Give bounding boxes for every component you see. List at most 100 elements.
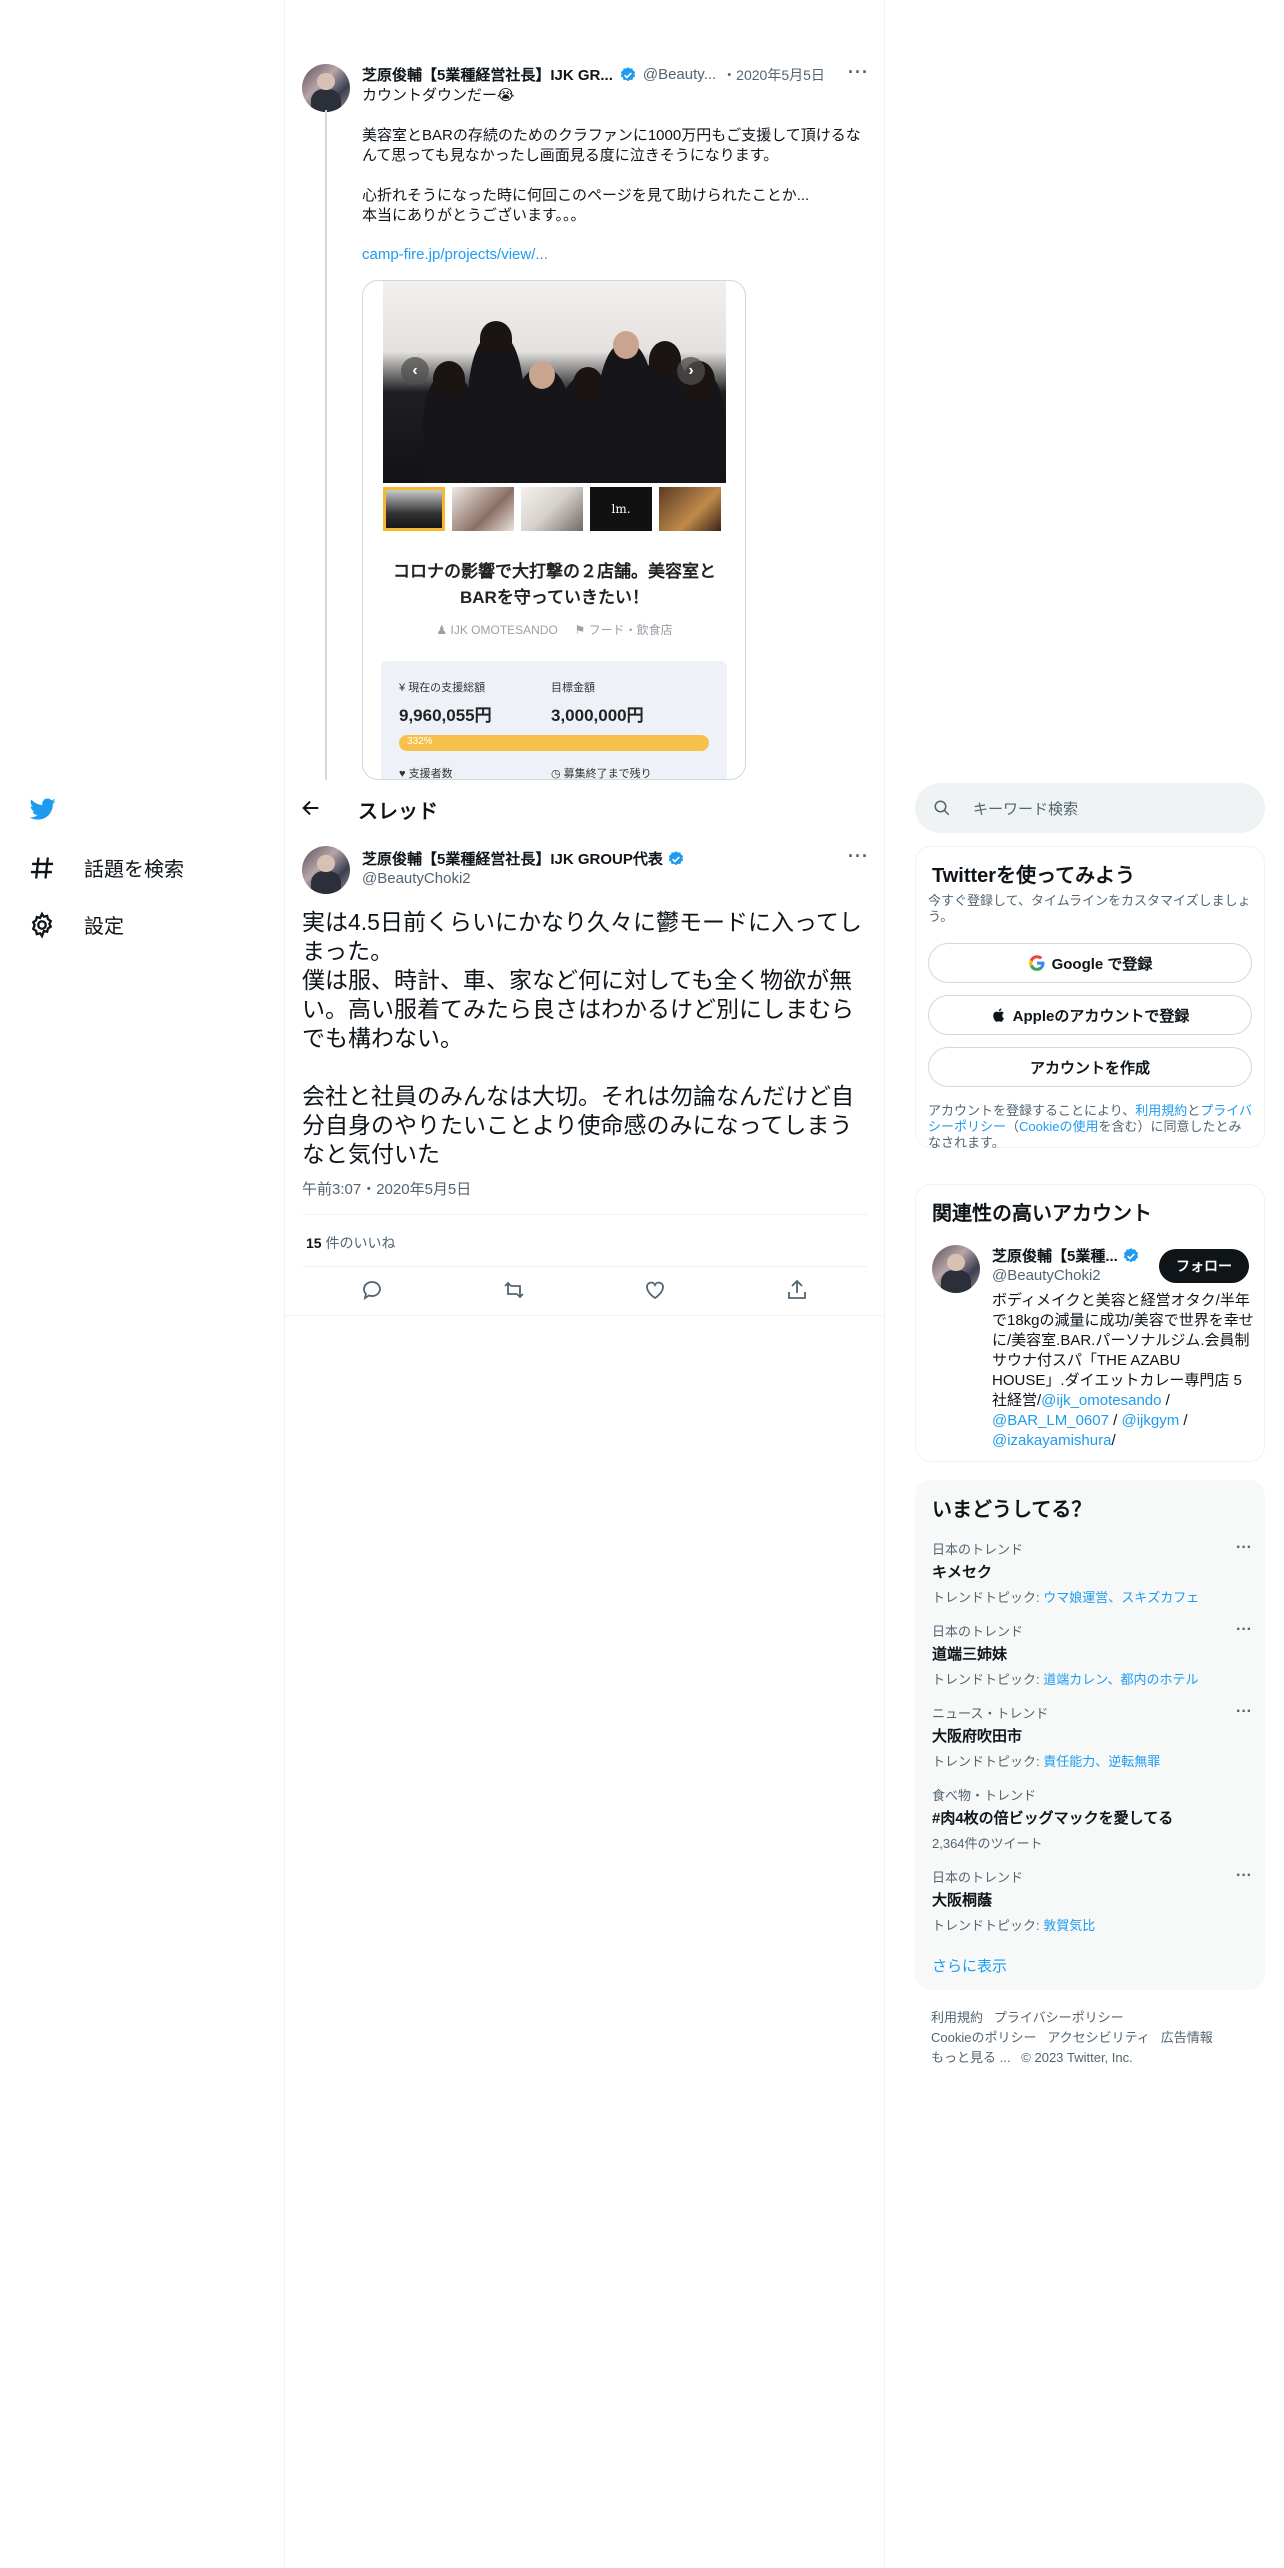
create-account-button[interactable]: アカウントを作成 <box>928 1047 1252 1087</box>
nav-explore-label: 話題を検索 <box>84 859 184 881</box>
trend-item[interactable]: 日本のトレンド キメセク トレンドトピック: ウマ娘運営、スキズカフェ ··· <box>932 1539 1252 1606</box>
more-options-icon[interactable]: ··· <box>1236 1539 1252 1557</box>
footer-row-2: Cookieのポリシー アクセシビリティ 広告情報 <box>931 2027 1213 2046</box>
more-options-icon[interactable]: ··· <box>1236 1867 1252 1885</box>
avatar[interactable] <box>302 846 350 894</box>
more-options-icon[interactable]: ··· <box>1236 1703 1252 1721</box>
trends-title: いまどうしてる？ <box>932 1499 1092 1521</box>
likes-count[interactable]: 15 件のいいね <box>306 1233 395 1253</box>
author-handle[interactable]: @BeautyChoki2 <box>362 870 471 887</box>
copyright: © 2023 Twitter, Inc. <box>1021 2050 1133 2065</box>
retweet-icon[interactable] <box>502 1278 526 1302</box>
more-options-icon[interactable]: ··· <box>848 62 869 83</box>
card-owner: IJK OMOTESANDO <box>450 623 558 637</box>
terms-link[interactable]: 利用規約 <box>931 2010 983 2025</box>
card-category: フード・飲食店 <box>588 623 673 637</box>
cookie-policy-link[interactable]: Cookieのポリシー <box>931 2030 1036 2045</box>
ads-info-link[interactable]: 広告情報 <box>1161 2030 1213 2045</box>
carousel-prev-button[interactable]: ‹ <box>401 357 429 385</box>
thumbnail[interactable]: lm. <box>590 487 652 531</box>
thumbnail[interactable] <box>659 487 721 531</box>
current-amount-label: ¥ 現在の支援総額 <box>399 682 486 694</box>
trend-title: キメセク <box>932 1564 993 1581</box>
tweet-timestamp[interactable]: 午前3:07・2020年5月5日 <box>302 1178 471 1199</box>
user-icon: ♟ <box>436 623 448 637</box>
avatar[interactable] <box>932 1245 980 1293</box>
related-account-handle[interactable]: @BeautyChoki2 <box>992 1267 1101 1284</box>
google-signup-button[interactable]: Google で登録 <box>928 943 1252 983</box>
trend-context: 日本のトレンド <box>932 1542 1024 1557</box>
trend-item[interactable]: 日本のトレンド 大阪桐蔭 トレンドトピック: 敦賀気比 ··· <box>932 1867 1252 1934</box>
group-photo <box>383 281 726 483</box>
trend-context: 日本のトレンド <box>932 1870 1024 1885</box>
author-handle[interactable]: @Beauty... <box>643 66 716 83</box>
remaining-label: ◷ 募集終了まで残り <box>551 768 652 780</box>
trend-item[interactable]: ニュース・トレンド 大阪府吹田市 トレンドトピック: 責任能力、逆転無罪 ··· <box>932 1703 1252 1770</box>
author-name[interactable]: 芝原俊輔【5業種経営社長】IJK GROUP代表 <box>362 848 663 869</box>
thumbnail[interactable] <box>452 487 514 531</box>
tweet-date[interactable]: ・2020年5月5日 <box>722 65 825 85</box>
verified-badge-icon <box>620 66 635 81</box>
cookie-link[interactable]: Cookieの使用 <box>1019 1119 1098 1134</box>
thumbnail[interactable] <box>383 487 445 531</box>
funding-progress-bar: 332% <box>399 735 709 751</box>
card-meta: ♟ IJK OMOTESANDO ⚑ フード・飲食店 <box>383 621 726 638</box>
reply-icon[interactable] <box>360 1278 384 1302</box>
more-options-icon[interactable]: ··· <box>848 846 869 867</box>
tweet-body-1: 美容室とBARの存続のためのクラファンに1000万円もご支援して頂けるなんて思っ… <box>362 127 861 164</box>
link-preview-card[interactable]: ‹ › lm. コロナの影響で大打撃の２店舗。美容室とBARを守っていきたい！ … <box>362 280 746 780</box>
trend-title: #肉4枚の倍ビッグマックを愛してる <box>932 1810 1174 1827</box>
page-title: スレッド <box>358 801 438 823</box>
funding-stats: ¥ 現在の支援総額 9,960,055円 目標金額 3,000,000円 332… <box>381 661 727 780</box>
search-icon <box>934 800 950 816</box>
google-signup-label: Google で登録 <box>1051 955 1153 973</box>
search-bar[interactable]: キーワード検索 <box>915 783 1265 833</box>
card-title: コロナの影響で大打撃の２店舗。美容室とBARを守っていきたい！ <box>393 562 716 607</box>
apple-signup-button[interactable]: Appleのアカウントで登録 <box>928 995 1252 1035</box>
like-icon[interactable] <box>643 1278 667 1302</box>
trend-title: 大阪府吹田市 <box>932 1728 1023 1745</box>
main-tweet-author: 芝原俊輔【5業種経営社長】IJK GROUP代表 <box>362 848 685 869</box>
terms-link[interactable]: 利用規約 <box>1135 1103 1187 1118</box>
nav-explore[interactable]: 話題を検索 <box>28 853 184 882</box>
signup-panel: Twitterを使ってみよう 今すぐ登録して、タイムラインをカスタマイズしましょ… <box>915 846 1265 1150</box>
carousel-thumbnails: lm. <box>383 487 721 531</box>
share-icon[interactable] <box>785 1278 809 1302</box>
tweet-first-line: カウントダウンだー😭 <box>362 87 515 104</box>
verified-badge-icon <box>668 850 683 865</box>
apple-icon <box>992 1008 1004 1022</box>
follow-button[interactable]: フォロー <box>1159 1249 1249 1283</box>
nav-settings[interactable]: 設定 <box>28 910 124 939</box>
related-title: 関連性の高いアカウント <box>932 1203 1152 1225</box>
avatar[interactable] <box>302 64 350 112</box>
more-options-icon[interactable]: ··· <box>1236 1621 1252 1639</box>
more-link[interactable]: もっと見る ... <box>931 2050 1010 2065</box>
create-account-label: アカウントを作成 <box>1029 1059 1150 1077</box>
trend-subtitle: 2,364件のツイート <box>932 1836 1043 1851</box>
accessibility-link[interactable]: アクセシビリティ <box>1047 2030 1150 2045</box>
related-account-name[interactable]: 芝原俊輔【5業種... <box>992 1245 1118 1266</box>
related-accounts-panel: 関連性の高いアカウント 芝原俊輔【5業種... @BeautyChoki2 フォ… <box>915 1184 1265 1462</box>
back-arrow-icon[interactable] <box>300 797 322 825</box>
trend-context: 日本のトレンド <box>932 1624 1024 1639</box>
trend-subtitle: トレンドトピック: ウマ娘運営、スキズカフェ <box>932 1590 1200 1605</box>
trend-title: 道端三姉妹 <box>932 1646 1008 1663</box>
mention-link[interactable]: @ijk_omotesando <box>1041 1392 1161 1409</box>
trend-item[interactable]: 食べ物・トレンド #肉4枚の倍ビッグマックを愛してる 2,364件のツイート <box>932 1785 1252 1852</box>
footer-row-3: もっと見る ... © 2023 Twitter, Inc. <box>931 2047 1133 2066</box>
twitter-logo-icon[interactable] <box>28 796 58 827</box>
carousel-next-button[interactable]: › <box>677 357 705 385</box>
author-name[interactable]: 芝原俊輔【5業種経営社長】IJK GR... <box>362 64 613 85</box>
mention-link[interactable]: @izakayamishura <box>992 1432 1111 1449</box>
tweet-link[interactable]: camp-fire.jp/projects/view/... <box>362 246 548 263</box>
trend-item[interactable]: 日本のトレンド 道端三姉妹 トレンドトピック: 道端カレン、都内のホテル ··· <box>932 1621 1252 1688</box>
mention-link[interactable]: @BAR_LM_0607 <box>992 1412 1109 1429</box>
privacy-link[interactable]: プライバシーポリシー <box>994 2010 1124 2025</box>
show-more-link[interactable]: さらに表示 <box>932 1955 1007 1976</box>
search-input[interactable]: キーワード検索 <box>973 798 1078 819</box>
related-account-bio: ボディメイクと美容と経営オタク/半年で18kgの減量に成功/美容で世界を幸せに/… <box>992 1292 1254 1449</box>
mention-link[interactable]: @ijkgym <box>1121 1412 1179 1429</box>
thumbnail[interactable] <box>521 487 583 531</box>
tweet-text: 実は4.5日前くらいにかなり久々に鬱モードに入ってしまった。 僕は服、時計、車、… <box>302 909 862 1167</box>
goal-amount-label: 目標金額 <box>551 682 595 694</box>
